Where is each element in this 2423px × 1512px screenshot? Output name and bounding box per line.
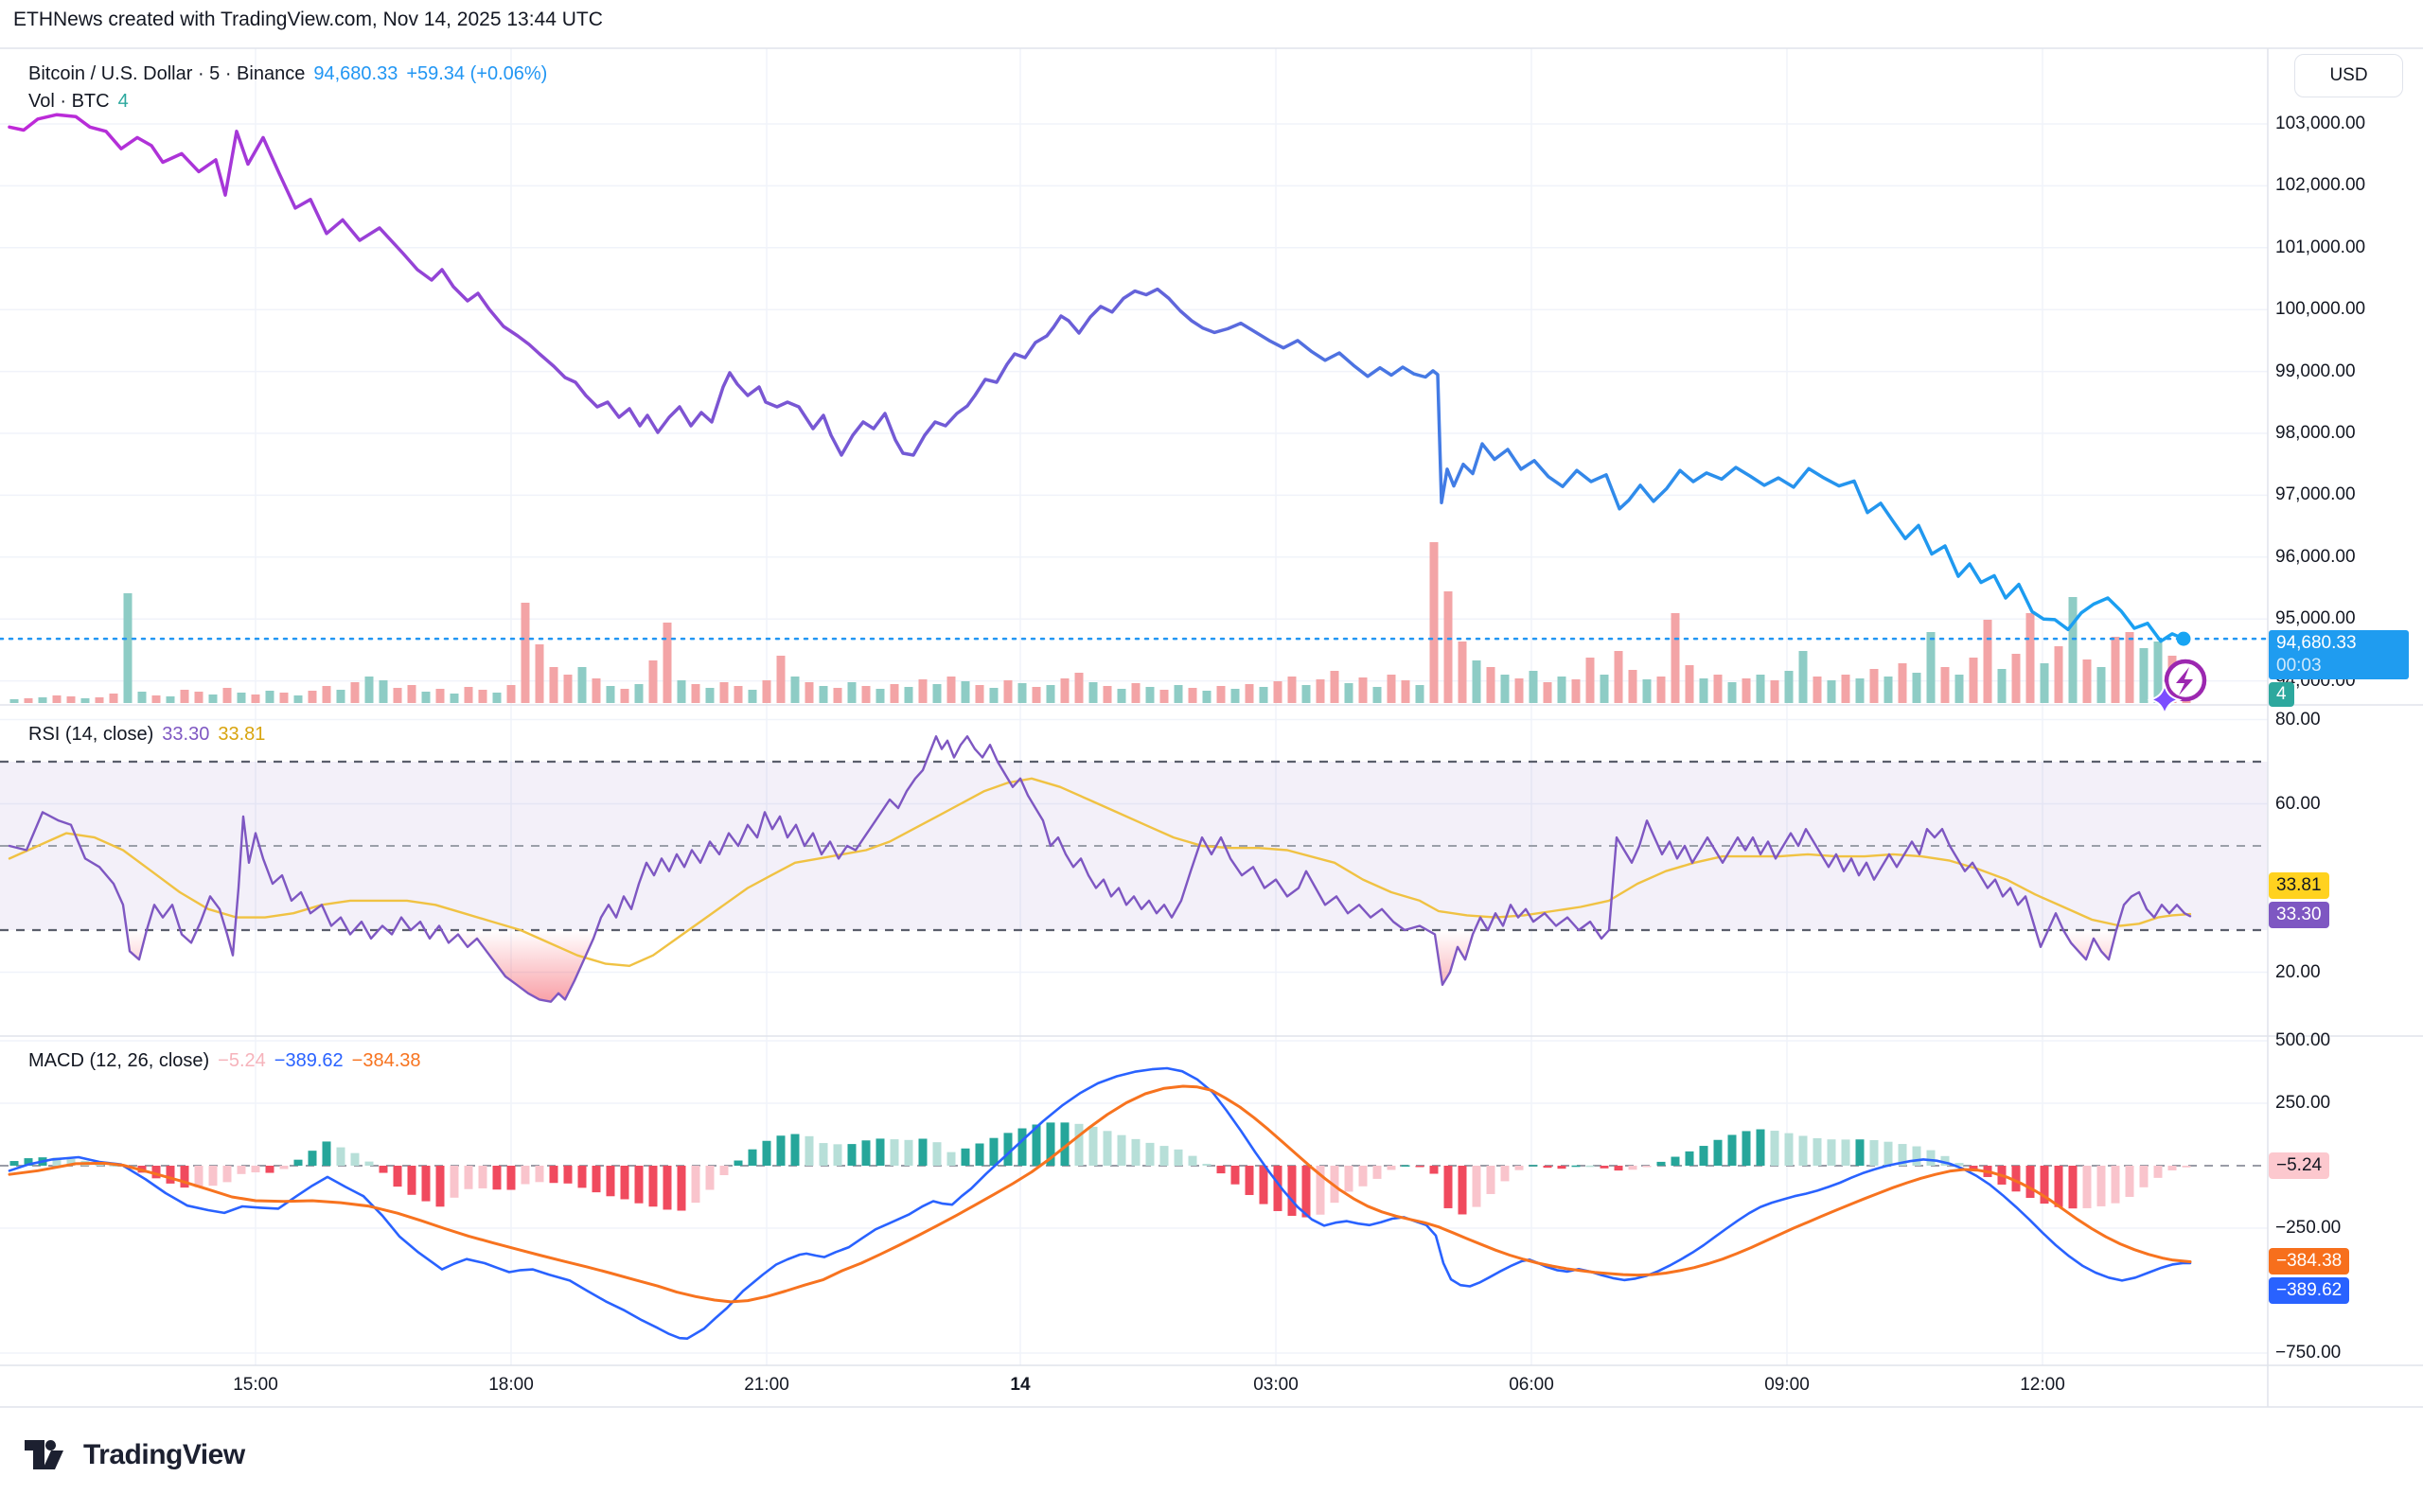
legend-price-change: +59.34 (+0.06%) [406,63,547,85]
attribution-header: ETHNews created with TradingView.com, No… [13,9,603,31]
price-axis-tick: 97,000.00 [2275,484,2356,505]
price-axis-tick: 95,000.00 [2275,608,2356,629]
bar-countdown: 00:03 [2276,655,2322,677]
macd-line-legend-value: −389.62 [274,1050,344,1072]
price-axis-tick: 96,000.00 [2275,547,2356,568]
macd-axis-tick: 500.00 [2275,1030,2330,1051]
rsi-legend-label: RSI (14, close) [28,724,153,746]
macd-legend: MACD (12, 26, close) −5.24 −389.62 −384.… [28,1050,421,1072]
symbol-legend: Bitcoin / U.S. Dollar · 5 · Binance 94,6… [28,63,547,85]
rsi-legend: RSI (14, close) 33.30 33.81 [28,724,265,746]
tradingview-logo[interactable]: TradingView [25,1436,245,1474]
time-axis-tick: 06:00 [1509,1375,1554,1396]
volume-legend-value: 4 [118,91,129,113]
rsi-axis-tick: 80.00 [2275,710,2321,730]
volume-legend-label: Vol · BTC [28,91,110,113]
macd-legend-label: MACD (12, 26, close) [28,1050,209,1072]
price-axis-tick: 100,000.00 [2275,299,2365,320]
rsi-axis-tick: 60.00 [2275,794,2321,815]
price-axis-tick: 101,000.00 [2275,237,2365,258]
chart-canvas[interactable] [0,0,2423,1512]
volume-value-label: 4 [2269,682,2294,707]
tradingview-chart-export: ETHNews created with TradingView.com, No… [0,0,2423,1512]
legend-last-price: 94,680.33 [313,63,398,85]
price-axis-tick: 102,000.00 [2275,175,2365,196]
macd-axis-tick: −750.00 [2275,1343,2341,1363]
time-axis-tick: 15:00 [233,1375,278,1396]
current-price-value: 94,680.33 [2276,632,2357,655]
price-axis-tick: 99,000.00 [2275,361,2356,382]
macd-hist-legend-value: −5.24 [218,1050,266,1072]
rsi-legend-value: 33.30 [162,724,209,746]
time-axis-tick: 18:00 [488,1375,534,1396]
macd-axis-tick: −250.00 [2275,1218,2341,1239]
time-axis-tick: 03:00 [1253,1375,1299,1396]
current-price-label: 94,680.33 00:03 [2269,630,2409,679]
macd-line-value-label: −389.62 [2269,1277,2349,1304]
macd-hist-value-label: −5.24 [2269,1152,2329,1179]
macd-signal-legend-value: −384.38 [352,1050,421,1072]
rsi-axis-tick: 20.00 [2275,962,2321,983]
rsi-ma-legend-value: 33.81 [218,724,265,746]
volume-legend: Vol · BTC 4 [28,91,129,113]
attribution-text: ETHNews created with TradingView.com, No… [13,9,603,30]
time-axis-tick: 09:00 [1764,1375,1810,1396]
price-axis-tick: 98,000.00 [2275,423,2356,444]
price-axis-tick: 103,000.00 [2275,114,2365,134]
currency-scale-button[interactable]: USD [2294,54,2403,97]
rsi-value-label: 33.30 [2269,902,2329,928]
tradingview-logo-icon [25,1436,72,1474]
macd-signal-value-label: −384.38 [2269,1248,2349,1275]
time-axis-tick: 21:00 [744,1375,789,1396]
macd-axis-tick: 250.00 [2275,1093,2330,1114]
time-axis-tick: 12:00 [2020,1375,2065,1396]
rsi-ma-value-label: 33.81 [2269,872,2329,899]
symbol-title: Bitcoin / U.S. Dollar · 5 · Binance [28,63,305,85]
tradingview-logo-text: TradingView [83,1439,245,1471]
time-axis-tick: 14 [1010,1375,1030,1396]
